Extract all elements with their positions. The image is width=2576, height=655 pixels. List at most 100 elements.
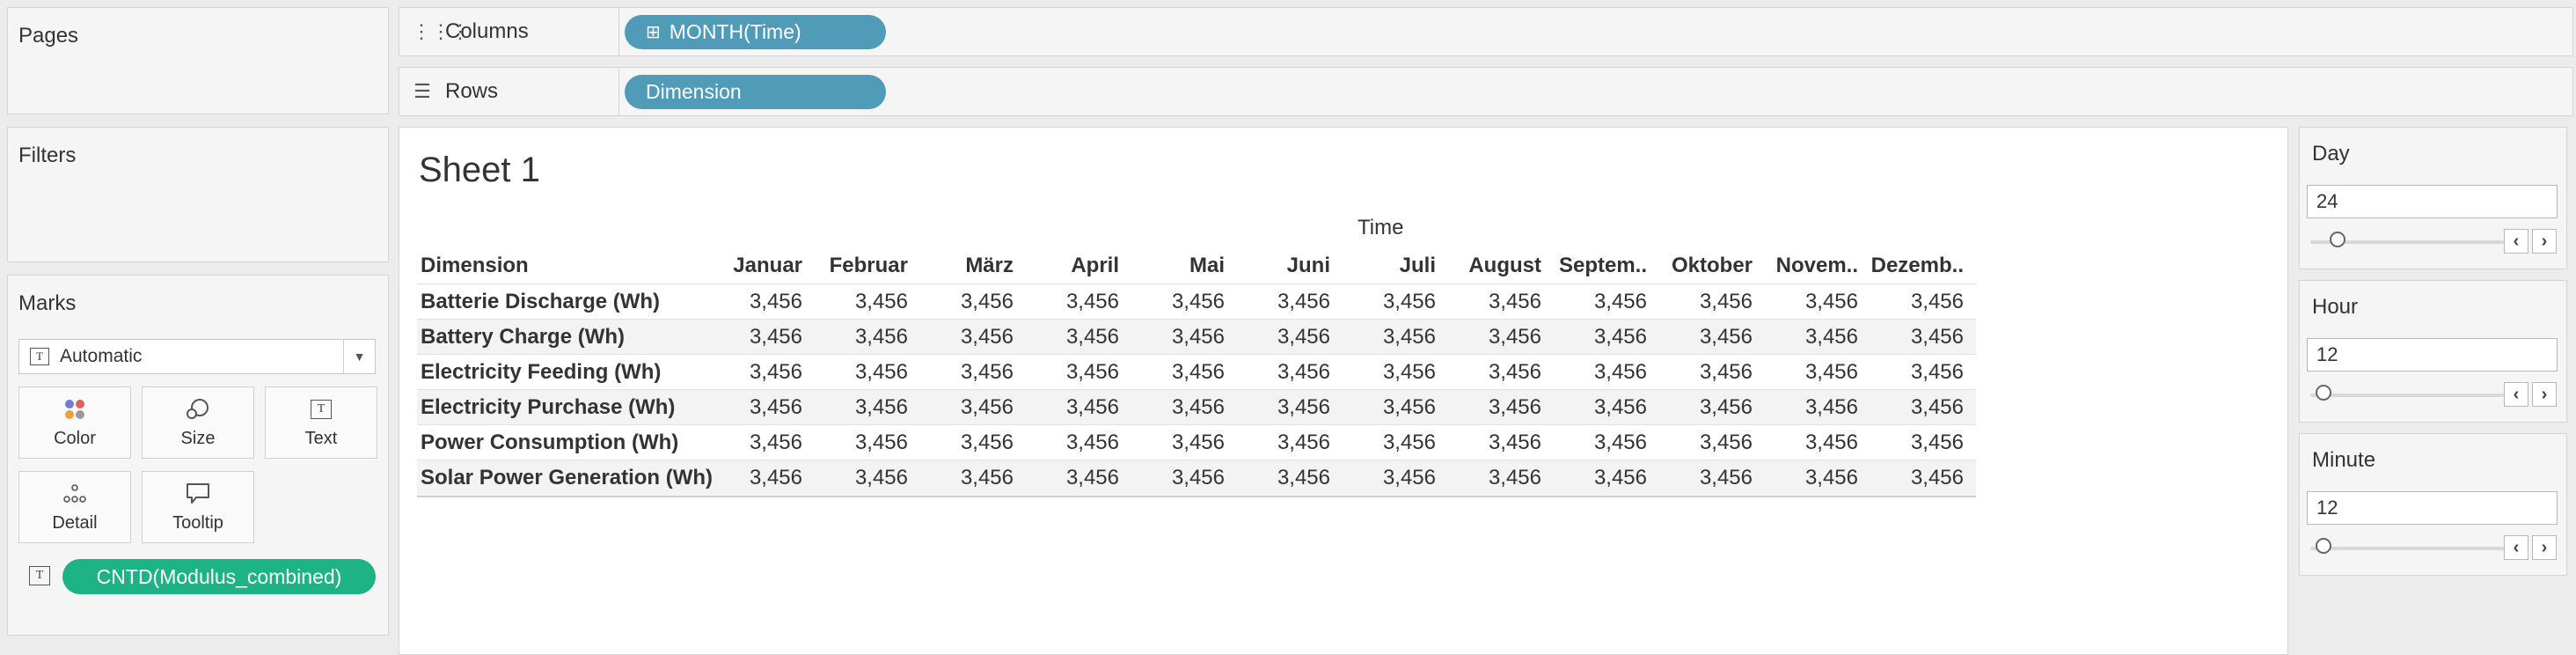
- table-cell[interactable]: 3,456: [1022, 284, 1119, 320]
- minute-input[interactable]: 12: [2307, 491, 2558, 525]
- month-header[interactable]: Septem..: [1550, 248, 1647, 283]
- minute-slider-thumb[interactable]: [2316, 538, 2332, 554]
- table-cell[interactable]: 3,456: [1761, 425, 1858, 460]
- month-header[interactable]: Dezemb..: [1867, 248, 1964, 283]
- table-cell[interactable]: 3,456: [1022, 320, 1119, 355]
- table-cell[interactable]: 3,456: [1761, 460, 1858, 496]
- chevron-left-icon[interactable]: ‹: [2504, 382, 2528, 407]
- table-cell[interactable]: 3,456: [1656, 320, 1753, 355]
- table-cell[interactable]: 3,456: [811, 320, 908, 355]
- table-cell[interactable]: 3,456: [1445, 355, 1541, 390]
- mark-type-dropdown[interactable]: T Automatic ▼: [18, 339, 376, 374]
- table-cell[interactable]: 3,456: [1022, 460, 1119, 496]
- table-cell[interactable]: 3,456: [725, 425, 802, 460]
- table-cell[interactable]: 3,456: [1867, 320, 1964, 355]
- table-cell[interactable]: 3,456: [1445, 390, 1541, 425]
- minute-slider-track[interactable]: [2310, 547, 2504, 550]
- table-cell[interactable]: 3,456: [1339, 460, 1436, 496]
- table-cell[interactable]: 3,456: [1550, 425, 1647, 460]
- month-header[interactable]: Juni: [1233, 248, 1330, 283]
- table-cell[interactable]: 3,456: [917, 390, 1014, 425]
- table-cell[interactable]: 3,456: [1445, 425, 1541, 460]
- table-row[interactable]: Solar Power Generation (Wh) 3,456 3,456 3,4…: [417, 460, 1976, 497]
- table-cell[interactable]: 3,456: [1761, 355, 1858, 390]
- table-cell[interactable]: 3,456: [1128, 355, 1225, 390]
- table-cell[interactable]: 3,456: [1445, 284, 1541, 320]
- table-cell[interactable]: 3,456: [1445, 460, 1541, 496]
- table-cell[interactable]: 3,456: [1233, 284, 1330, 320]
- table-row[interactable]: Electricity Purchase (Wh) 3,456 3,456 3,456…: [417, 389, 1976, 425]
- table-cell[interactable]: 3,456: [811, 425, 908, 460]
- table-cell[interactable]: 3,456: [1550, 284, 1647, 320]
- table-cell[interactable]: 3,456: [1867, 460, 1964, 496]
- tooltip-button[interactable]: Tooltip: [142, 471, 254, 543]
- month-header[interactable]: Februar: [811, 248, 908, 283]
- table-row[interactable]: Power Consumption (Wh) 3,456 3,456 3,456 3,4…: [417, 424, 1976, 460]
- size-button[interactable]: Size: [142, 386, 254, 459]
- table-cell[interactable]: 3,456: [1339, 390, 1436, 425]
- month-header[interactable]: Mai: [1128, 248, 1225, 283]
- table-cell[interactable]: 3,456: [917, 284, 1014, 320]
- table-cell[interactable]: 3,456: [1233, 355, 1330, 390]
- table-cell[interactable]: 3,456: [1128, 460, 1225, 496]
- detail-button[interactable]: Detail: [18, 471, 131, 543]
- expand-plus-icon[interactable]: ⊞: [646, 21, 661, 43]
- table-cell[interactable]: 3,456: [1867, 390, 1964, 425]
- table-cell[interactable]: 3,456: [1022, 355, 1119, 390]
- table-cell[interactable]: 3,456: [811, 355, 908, 390]
- row-header[interactable]: Batterie Discharge (Wh): [421, 284, 660, 320]
- table-cell[interactable]: 3,456: [1339, 355, 1436, 390]
- month-header[interactable]: Novem..: [1761, 248, 1858, 283]
- row-header[interactable]: Power Consumption (Wh): [421, 425, 678, 460]
- table-cell[interactable]: 3,456: [1022, 390, 1119, 425]
- table-cell[interactable]: 3,456: [725, 460, 802, 496]
- chevron-left-icon[interactable]: ‹: [2504, 229, 2528, 254]
- table-cell[interactable]: 3,456: [917, 460, 1014, 496]
- color-button[interactable]: Color: [18, 386, 131, 459]
- chevron-left-icon[interactable]: ‹: [2504, 535, 2528, 560]
- table-cell[interactable]: 3,456: [1867, 425, 1964, 460]
- table-cell[interactable]: 3,456: [917, 355, 1014, 390]
- columns-shelf[interactable]: ⋮⋮⋮ Columns ⊞ MONTH(Time): [399, 7, 2573, 56]
- month-header[interactable]: Januar: [725, 248, 802, 283]
- table-cell[interactable]: 3,456: [811, 460, 908, 496]
- rows-shelf[interactable]: ☰ Rows Dimension: [399, 67, 2573, 116]
- table-cell[interactable]: 3,456: [1550, 355, 1647, 390]
- table-cell[interactable]: 3,456: [1339, 284, 1436, 320]
- table-row[interactable]: Electricity Feeding (Wh) 3,456 3,456 3,456 3…: [417, 354, 1976, 390]
- chevron-down-icon[interactable]: ▼: [343, 340, 375, 373]
- month-header[interactable]: Juli: [1339, 248, 1436, 283]
- table-cell[interactable]: 3,456: [1550, 390, 1647, 425]
- table-cell[interactable]: 3,456: [811, 284, 908, 320]
- table-cell[interactable]: 3,456: [1128, 390, 1225, 425]
- month-header[interactable]: April: [1022, 248, 1119, 283]
- cntd-field-pill[interactable]: CNTD(Modulus_combined): [62, 559, 376, 594]
- table-cell[interactable]: 3,456: [1550, 460, 1647, 496]
- table-cell[interactable]: 3,456: [1128, 425, 1225, 460]
- chevron-right-icon[interactable]: ›: [2532, 382, 2557, 407]
- chevron-right-icon[interactable]: ›: [2532, 535, 2557, 560]
- table-cell[interactable]: 3,456: [1656, 284, 1753, 320]
- table-cell[interactable]: 3,456: [1656, 390, 1753, 425]
- table-cell[interactable]: 3,456: [1233, 460, 1330, 496]
- month-time-pill[interactable]: ⊞ MONTH(Time): [625, 15, 886, 49]
- row-header[interactable]: Solar Power Generation (Wh): [421, 460, 713, 496]
- table-cell[interactable]: 3,456: [1128, 320, 1225, 355]
- hour-input[interactable]: 12: [2307, 338, 2558, 372]
- table-cell[interactable]: 3,456: [1339, 320, 1436, 355]
- hour-slider-thumb[interactable]: [2316, 385, 2332, 401]
- table-cell[interactable]: 3,456: [725, 390, 802, 425]
- month-header[interactable]: August: [1445, 248, 1541, 283]
- dimension-pill[interactable]: Dimension: [625, 75, 886, 109]
- table-cell[interactable]: 3,456: [1445, 320, 1541, 355]
- table-cell[interactable]: 3,456: [725, 284, 802, 320]
- table-cell[interactable]: 3,456: [917, 425, 1014, 460]
- month-header[interactable]: März: [917, 248, 1014, 283]
- day-slider-thumb[interactable]: [2329, 232, 2345, 247]
- pages-panel[interactable]: Pages: [7, 7, 389, 114]
- hour-slider-track[interactable]: [2310, 394, 2504, 397]
- table-cell[interactable]: 3,456: [1656, 460, 1753, 496]
- table-row[interactable]: Batterie Discharge (Wh) 3,456 3,456 3,456 3,…: [417, 283, 1976, 320]
- table-cell[interactable]: 3,456: [811, 390, 908, 425]
- table-cell[interactable]: 3,456: [1867, 355, 1964, 390]
